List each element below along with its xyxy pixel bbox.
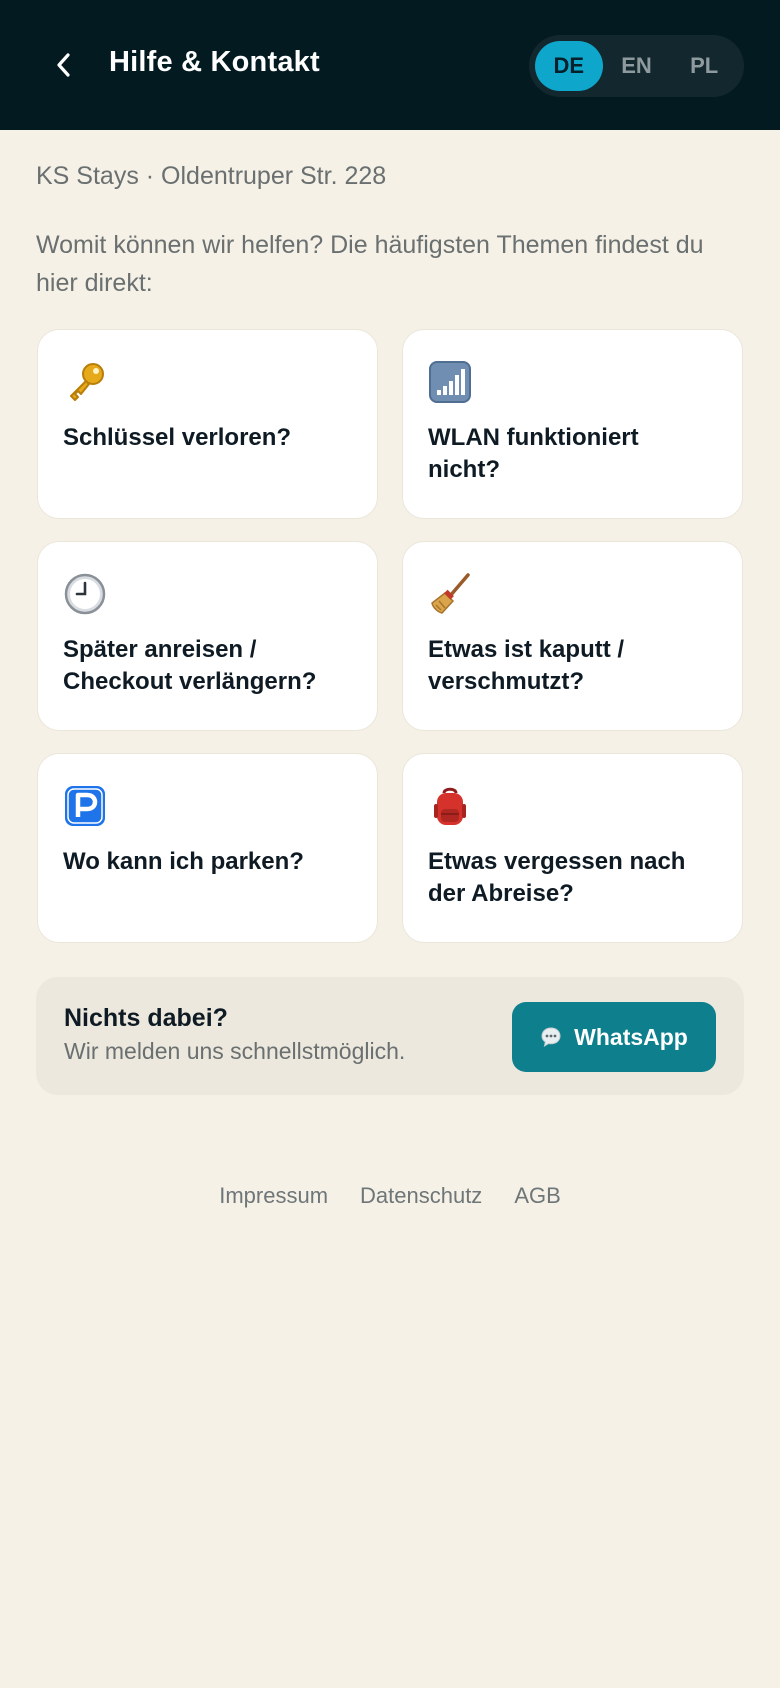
key-icon — [70, 363, 104, 401]
property-address: KS Stays · Oldentruper Str. 228 — [36, 162, 387, 190]
contact-subtitle: Wir melden uns schnellstmöglich. — [64, 1038, 406, 1064]
top-bar: Hilfe & Kontakt DE EN PL — [0, 0, 780, 130]
clock-icon — [64, 573, 106, 615]
topic-card-parking[interactable]: Wo kann ich parken? — [37, 753, 378, 943]
topic-label: Später anreisen / Checkout verlängern? — [63, 636, 317, 695]
topic-label: WLAN funktioniert nicht? — [428, 424, 639, 483]
page-title: Hilfe & Kontakt — [109, 46, 320, 78]
speech-bubble-icon — [541, 1027, 561, 1048]
topic-label: Wo kann ich parken? — [63, 848, 304, 875]
topic-label: Schlüssel verloren? — [63, 424, 292, 451]
footer-link-datenschutz[interactable]: Datenschutz — [360, 1183, 482, 1209]
signal-bars-icon — [429, 361, 471, 403]
topic-card-wifi[interactable]: WLAN funktioniert nicht? — [402, 329, 743, 519]
backpack-icon — [434, 787, 466, 825]
broom-icon — [431, 573, 470, 614]
language-switcher: DE EN PL — [529, 35, 744, 97]
footer-links: Impressum Datenschutz AGB — [0, 1183, 780, 1209]
topic-label: Etwas ist kaputt / verschmutzt? — [428, 636, 625, 695]
topic-grid: Schlüssel verloren? WLAN funktioniert ni… — [37, 329, 744, 943]
topic-card-damage[interactable]: Etwas ist kaputt / verschmutzt? — [402, 541, 743, 731]
language-pl-button[interactable]: PL — [670, 41, 738, 91]
whatsapp-button[interactable]: WhatsApp — [512, 1002, 716, 1072]
contact-box: Nichts dabei? Wir melden uns schnellstmö… — [36, 977, 744, 1095]
topic-card-late-arrival[interactable]: Später anreisen / Checkout verlängern? — [37, 541, 378, 731]
whatsapp-button-label: WhatsApp — [574, 1023, 688, 1050]
topic-label: Etwas vergessen nach der Abreise? — [428, 848, 686, 907]
chevron-left-icon — [57, 53, 70, 77]
footer-link-agb[interactable]: AGB — [514, 1183, 560, 1209]
language-de-button[interactable]: DE — [535, 41, 603, 91]
back-button[interactable] — [46, 47, 82, 83]
footer-link-impressum[interactable]: Impressum — [219, 1183, 328, 1209]
topic-card-forgotten-item[interactable]: Etwas vergessen nach der Abreise? — [402, 753, 743, 943]
parking-icon — [65, 786, 105, 826]
intro-text: Womit können wir helfen? Die häufigsten … — [36, 231, 704, 297]
topic-card-lost-key[interactable]: Schlüssel verloren? — [37, 329, 378, 519]
language-en-button[interactable]: EN — [603, 41, 671, 91]
contact-title: Nichts dabei? — [64, 1004, 228, 1032]
